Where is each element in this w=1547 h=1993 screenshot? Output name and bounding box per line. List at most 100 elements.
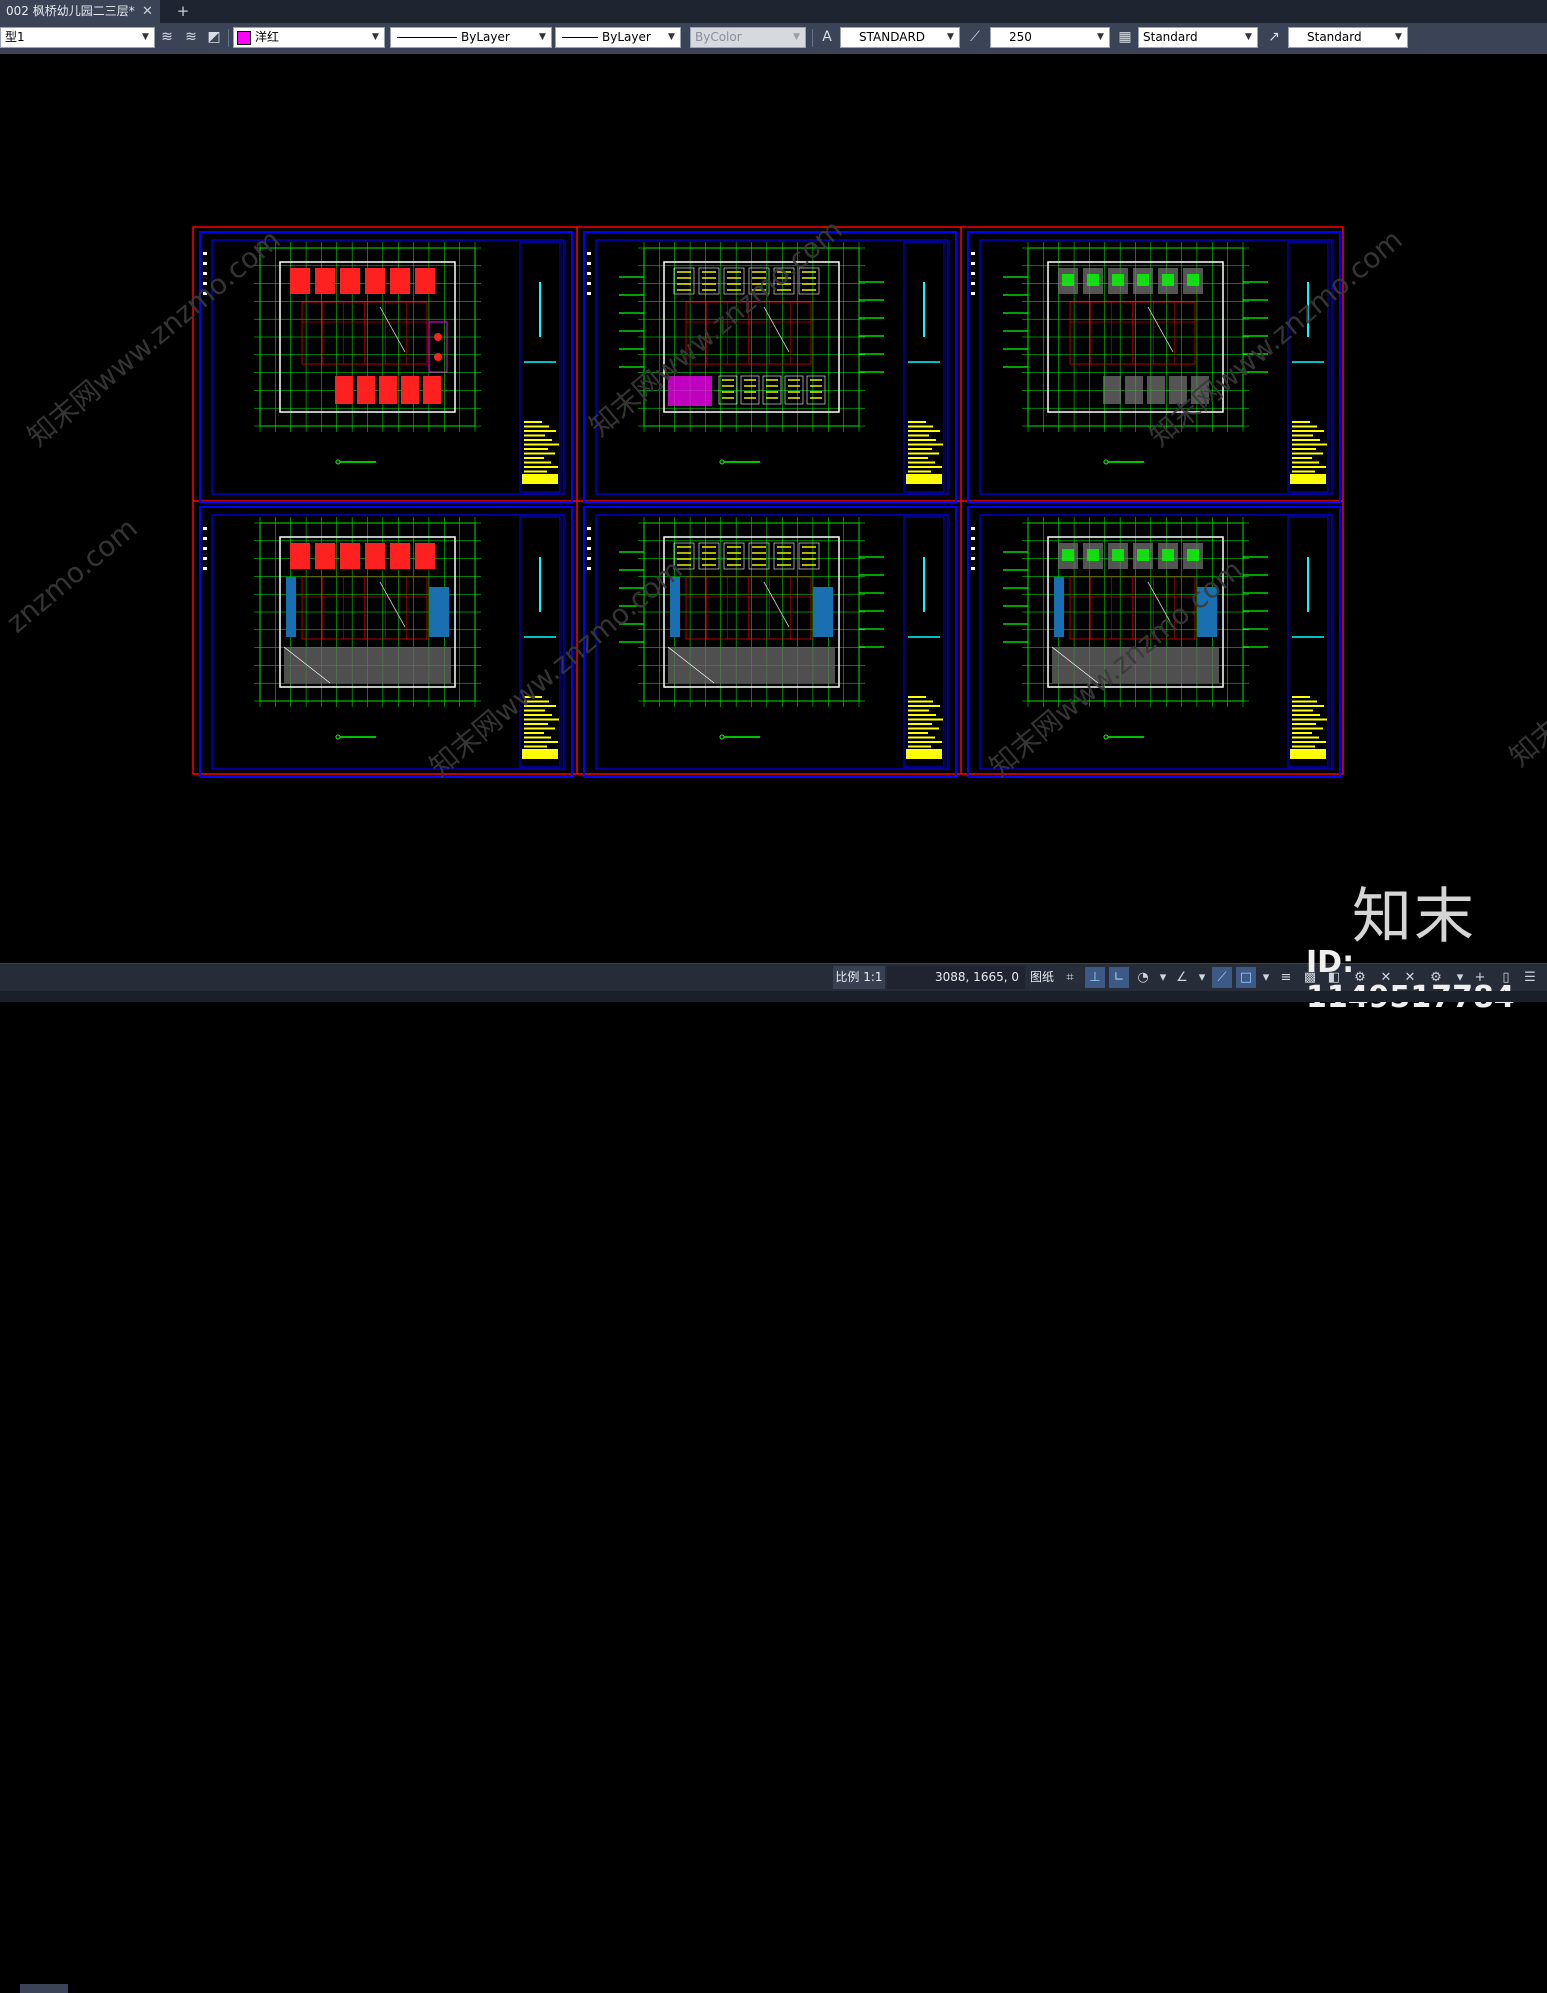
furniture-block [390,543,410,569]
title-block-stamp [906,749,942,759]
sheet-tick [587,262,591,265]
new-tab-button[interactable]: + [174,2,192,20]
table-style-icon[interactable]: ▦ [1116,28,1134,46]
sheet-tick [971,292,975,295]
table-style-dropdown[interactable]: Standard ▼ [1138,27,1258,48]
room-fixture [1162,549,1174,561]
furniture-block [365,543,385,569]
model-layout-tab[interactable] [20,1984,68,1993]
close-tab-icon[interactable]: ✕ [142,0,153,23]
sheet-inner-frame [211,239,565,495]
table-style-value: Standard [1143,30,1198,44]
watermark-brand: 知末 [1352,882,1476,952]
furniture-block [415,543,435,569]
chevron-down-icon[interactable]: ▾ [1153,967,1173,988]
stair-blue [286,577,296,637]
sheet-tick [587,282,591,285]
drawing-caption-marker [1103,734,1109,740]
furniture-block [423,376,441,404]
title-block-stamp [1290,749,1326,759]
properties-toolbar: 型1 ▼ ≋ ≋ ◩ 洋红 ▼ ByLayer ▼ ByLayer ▼ ByCo… [0,23,1547,54]
room-fixture [1112,274,1124,286]
grid-icon[interactable]: ⌗ [1060,967,1080,988]
furniture-block [315,268,335,294]
watermark-id: ID: 1149517784 [1306,945,1515,1015]
mleader-style-value: Standard [1307,30,1362,44]
dim-style-dropdown[interactable]: 250 ▼ [990,27,1110,48]
drawing-canvas[interactable]: 知末网www.znzmo.com 知末网www.znzmo.com 知末网www… [0,54,1547,963]
text-style-dropdown[interactable]: STANDARD ▼ [840,27,960,48]
lineweight-icon[interactable]: ≡ [1276,967,1296,988]
linetype-dropdown[interactable]: ByLayer ▼ [390,27,552,48]
furniture-block [357,376,375,404]
text-style-icon[interactable]: A [818,28,836,46]
title-block-stamp [522,749,558,759]
furniture-block [290,543,310,569]
line-preview [397,37,457,38]
lineweight-dropdown[interactable]: ByLayer ▼ [555,27,681,48]
sheet-tick [971,527,975,530]
chevron-down-icon: ▼ [947,32,954,42]
title-block-stamp [1290,474,1326,484]
chevron-down-icon[interactable]: ▾ [1192,967,1212,988]
sheet-frame [199,506,573,778]
color-swatch [237,31,251,45]
snap-icon[interactable]: ⊥ [1085,967,1105,988]
room-fixture [1087,549,1099,561]
sheet-tick [971,537,975,540]
sheet-tick [587,547,591,550]
room-fixture [1137,274,1149,286]
stair-blue [813,587,833,637]
chevron-down-icon: ▼ [793,32,800,42]
drawing-caption-marker [335,734,341,740]
ortho-icon[interactable]: ∟ [1109,967,1129,988]
sheet-tick [587,527,591,530]
hatched-room [1103,376,1121,404]
chevron-down-icon[interactable]: ▾ [1256,967,1276,988]
room-fixture [1162,274,1174,286]
drawing-caption-marker [719,734,725,740]
courtyard-path [763,581,790,628]
layer-match-icon[interactable]: ≋ [182,28,200,46]
document-tab-title: 002 枫桥幼儿园二三层* [6,4,135,18]
annotation-scale[interactable]: 比例 1:1 [833,966,885,989]
color-value: 洋红 [255,30,280,44]
chevron-down-icon: ▼ [668,32,675,42]
layer-previous-icon[interactable]: ◩ [205,28,223,46]
sheet-tick [587,567,591,570]
chevron-down-icon: ▼ [372,32,379,42]
room-fixture [1087,274,1099,286]
color-dropdown[interactable]: 洋红 ▼ [233,27,385,48]
object-snap-icon[interactable]: □ [1236,967,1256,988]
isodraft-icon[interactable]: ⟋ [1212,967,1232,988]
sheet-tick [203,527,207,530]
roof-hatch [668,647,835,683]
osnap-track-icon[interactable]: ∠ [1172,967,1192,988]
sheet-tick [971,252,975,255]
dim-style-icon[interactable]: ⟋ [966,28,984,46]
courtyard-path [379,581,406,628]
layer-properties-icon[interactable]: ≋ [158,28,176,46]
stair-blue [1054,577,1064,637]
chevron-down-icon: ▼ [1097,32,1104,42]
mleader-style-icon[interactable]: ↗ [1265,28,1283,46]
furniture-round [434,353,442,361]
room-fixture [1187,549,1199,561]
lineweight-value: ByLayer [602,30,651,44]
furniture-block [379,376,397,404]
sheet-tick [971,272,975,275]
mleader-style-dropdown[interactable]: Standard ▼ [1288,27,1408,48]
courtyard-path [1147,306,1174,353]
sheet-tick [971,557,975,560]
sheet-tick [587,272,591,275]
title-block-stamp [522,474,558,484]
paper-model-toggle[interactable]: 图纸 [1027,966,1057,989]
furniture-block [340,543,360,569]
chevron-down-icon: ▼ [539,32,546,42]
layer-dropdown[interactable]: 型1 ▼ [0,27,155,48]
drawing-caption-marker [719,459,725,465]
room-fixture [1062,549,1074,561]
document-tab[interactable]: 002 枫桥幼儿园二三层* ✕ [0,0,160,23]
polar-icon[interactable]: ◔ [1133,967,1153,988]
room-fixture [1112,549,1124,561]
